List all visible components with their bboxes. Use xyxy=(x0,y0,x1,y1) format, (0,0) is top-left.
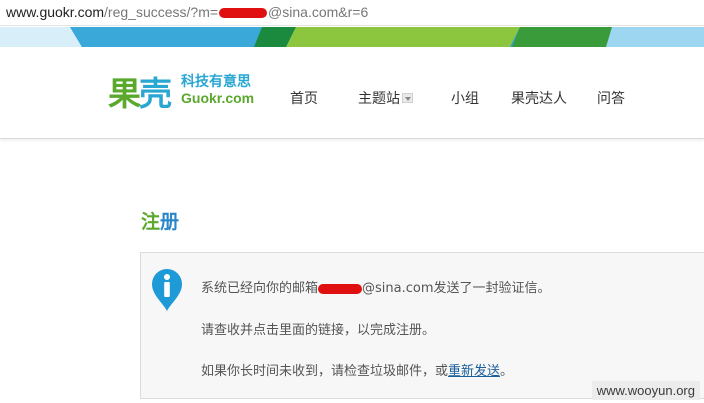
site-header: 果壳 科技有意思 Guokr.com 首页 主题站 小组 果壳达人 问答 xyxy=(0,47,704,139)
redaction-mark xyxy=(219,8,268,19)
url-path-start: /reg_success/?m= xyxy=(104,4,219,20)
notice-line-1-post: @sina.com发送了一封验证信。 xyxy=(362,281,551,296)
nav-item-qa[interactable]: 问答 xyxy=(597,88,625,108)
notice-line-3: 如果你长时间未收到，请检查垃圾邮件，或重新发送。 xyxy=(201,360,513,379)
notice-line-2: 请查收并点击里面的链接，以完成注册。 xyxy=(201,323,436,338)
resend-link[interactable]: 重新发送 xyxy=(448,364,500,379)
logo-char-1: 果 xyxy=(108,74,141,113)
logo-char-2: 壳 xyxy=(139,74,172,113)
logo-english: Guokr.com xyxy=(181,90,255,106)
notice-line-3-post: 。 xyxy=(500,364,514,379)
header-color-stripe xyxy=(0,27,704,47)
watermark: www.wooyun.org xyxy=(591,381,700,400)
nav-item-topic-sites-label: 主题站 xyxy=(358,91,400,107)
nav-item-topic-sites[interactable]: 主题站 xyxy=(358,88,413,108)
url-host: www.guokr.com xyxy=(6,4,105,20)
url-text[interactable]: www.guokr.com/reg_success/?m= @sina.com&r… xyxy=(6,4,368,20)
nav-item-groups[interactable]: 小组 xyxy=(451,88,479,108)
guokr-logo[interactable]: 果壳 科技有意思 Guokr.com xyxy=(108,67,258,113)
redaction-mark xyxy=(318,283,363,294)
logo-chinese: 果壳 xyxy=(108,67,172,115)
logo-slogan: 科技有意思 xyxy=(181,74,251,90)
browser-address-bar[interactable]: www.guokr.com/reg_success/?m= @sina.com&r… xyxy=(0,0,704,26)
notice-line-1: 系统已经向你的邮箱 @sina.com发送了一封验证信。 xyxy=(201,277,551,296)
page-title: 注册 xyxy=(141,207,179,234)
notice-line-3-pre: 如果你长时间未收到，请检查垃圾邮件，或 xyxy=(201,364,449,379)
nav-item-experts[interactable]: 果壳达人 xyxy=(511,88,567,108)
nav-item-home[interactable]: 首页 xyxy=(290,88,318,108)
chevron-down-icon[interactable] xyxy=(402,93,413,103)
info-icon xyxy=(152,269,182,311)
notice-line-1-pre: 系统已经向你的邮箱 xyxy=(201,281,319,296)
page-title-char-2: 册 xyxy=(160,211,180,233)
verification-notice: 系统已经向你的邮箱 @sina.com发送了一封验证信。 请查收并点击里面的链接，… xyxy=(140,252,704,399)
url-path-end: @sina.com&r=6 xyxy=(268,4,369,20)
page-title-char-1: 注 xyxy=(141,211,161,233)
